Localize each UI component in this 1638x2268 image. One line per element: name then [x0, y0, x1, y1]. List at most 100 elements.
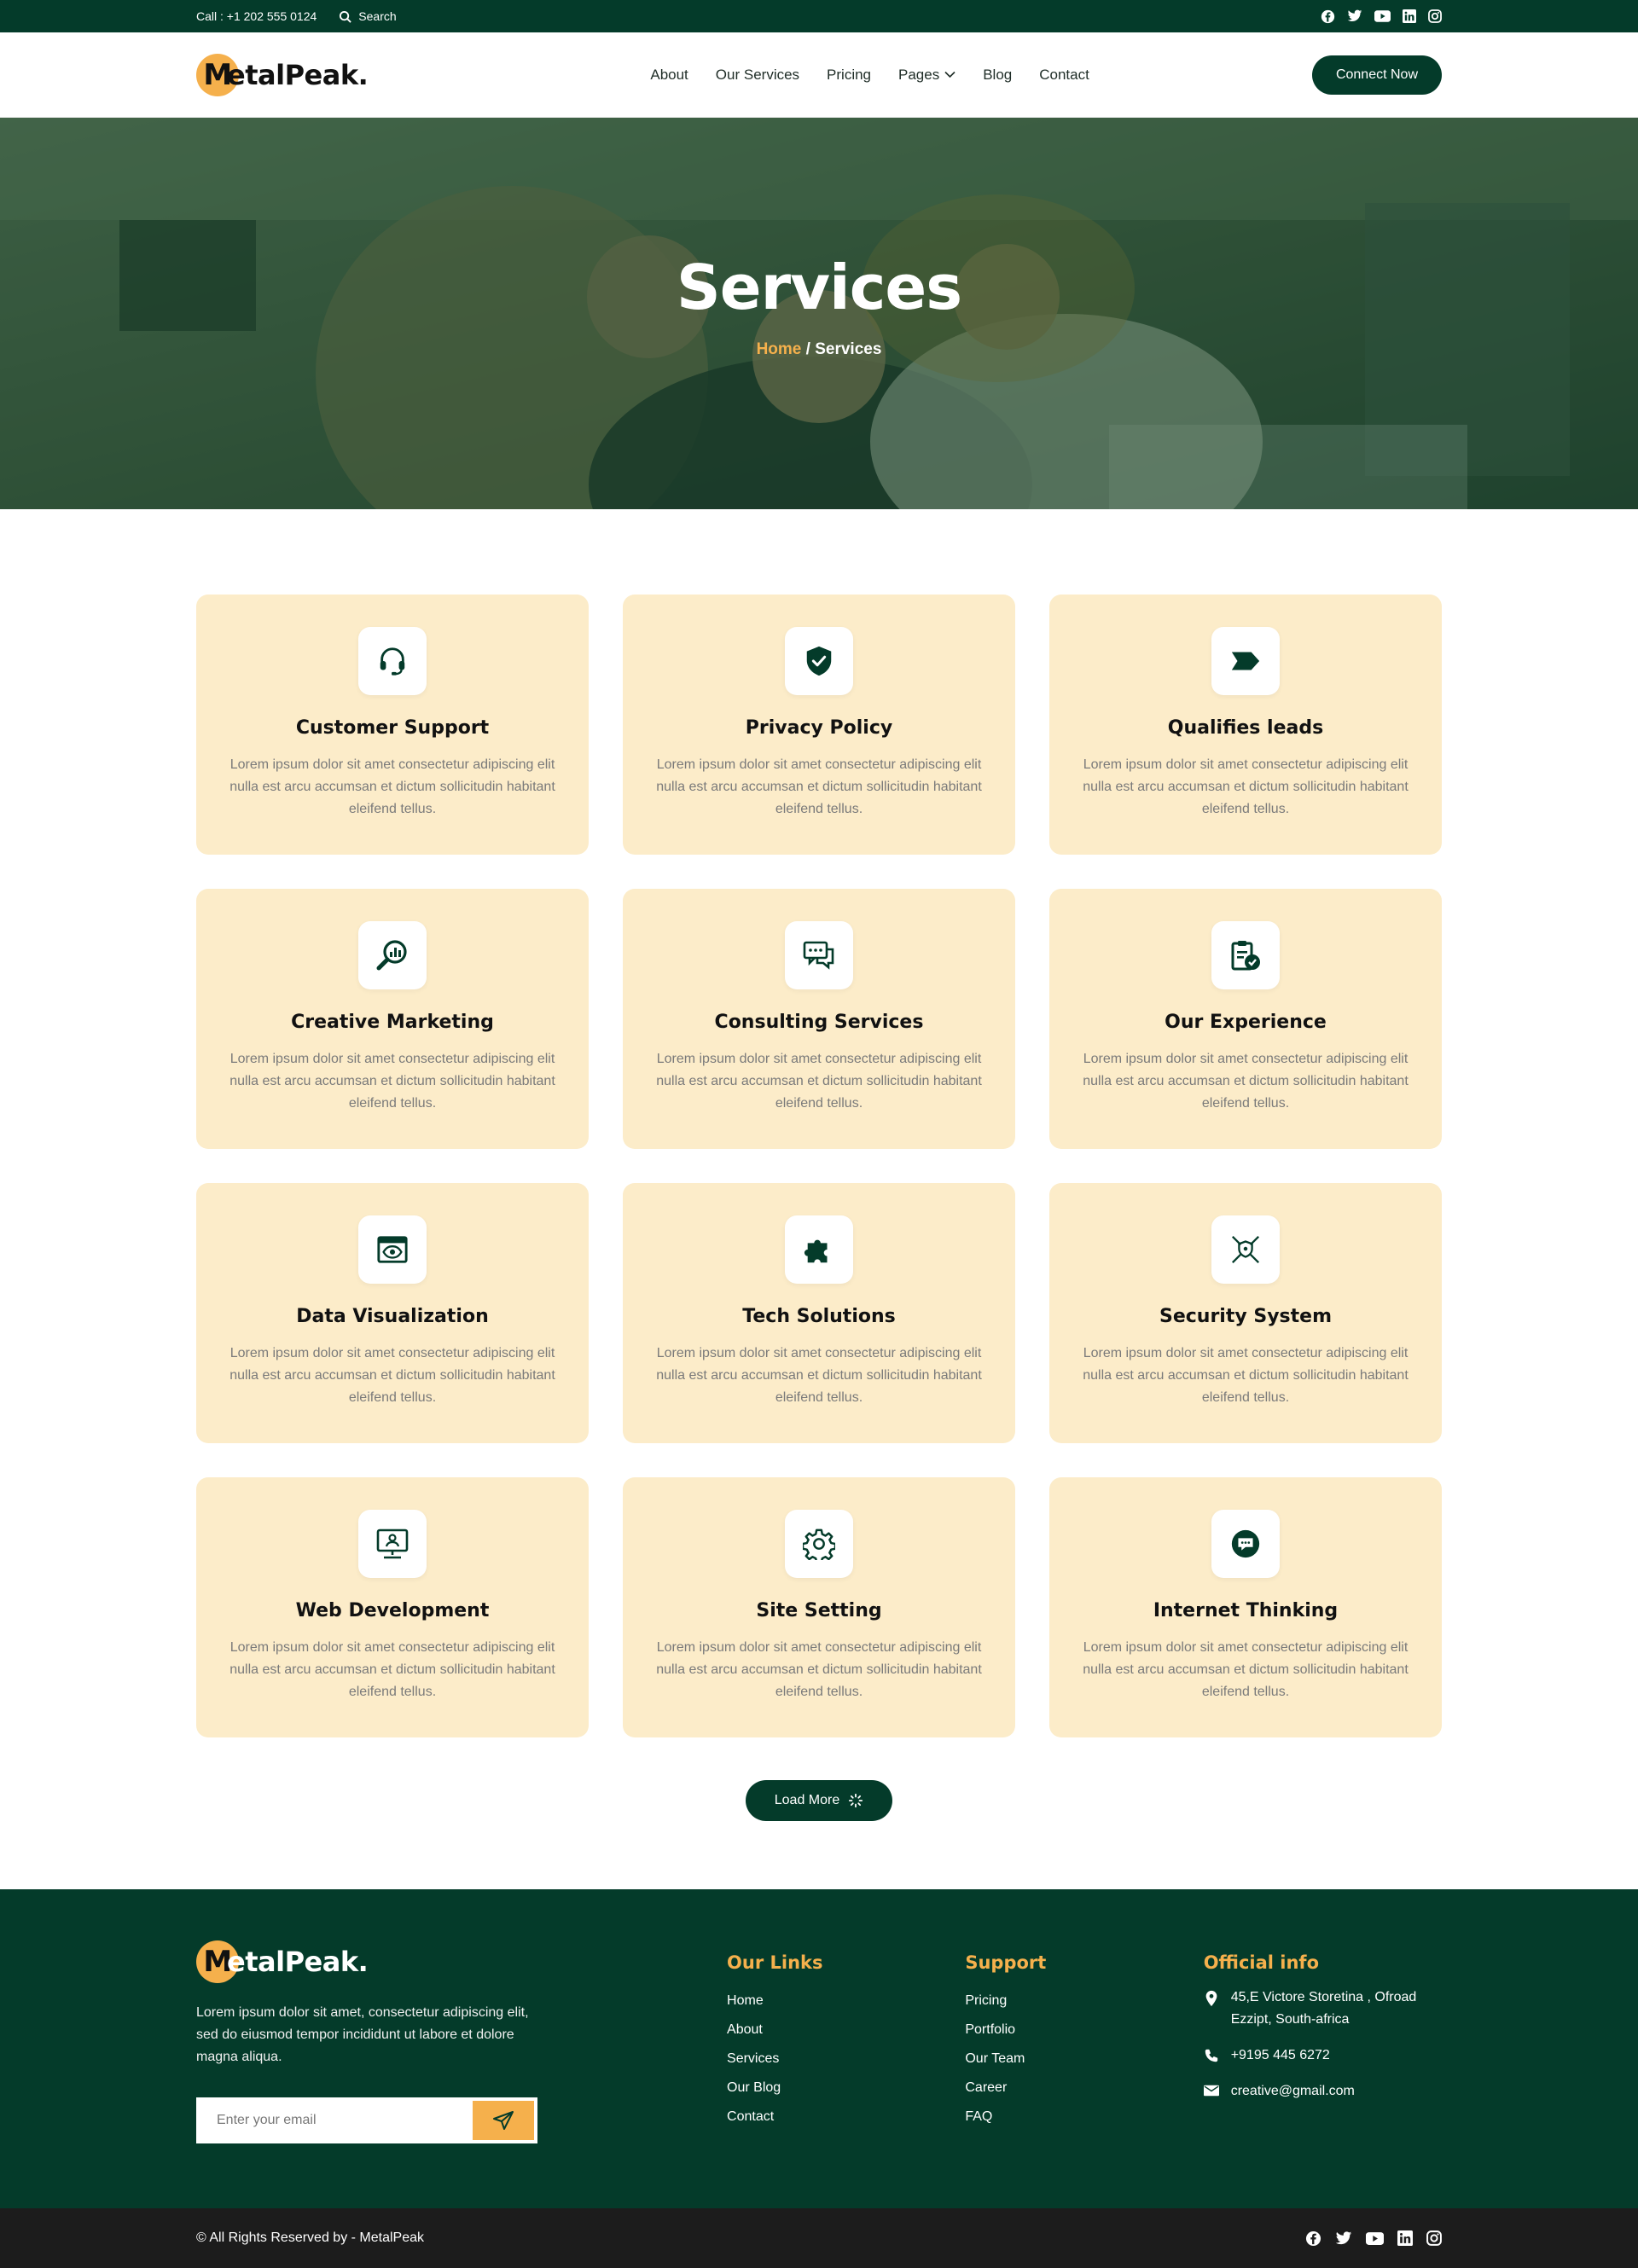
newsletter-form: [196, 2097, 537, 2143]
service-card-site-setting[interactable]: Site Setting Lorem ipsum dolor sit amet …: [623, 1477, 1015, 1737]
service-icon-box: [358, 627, 427, 695]
service-title: Creative Marketing: [291, 1012, 494, 1033]
official-info: 45,E Victore Storetina , Ofroad Ezzipt, …: [1203, 1987, 1442, 2103]
linkedin-icon[interactable]: [1403, 9, 1416, 23]
footer-link-career[interactable]: Career: [965, 2074, 1203, 2103]
email-text[interactable]: creative@gmail.com: [1231, 2080, 1355, 2103]
twitter-icon[interactable]: [1335, 2230, 1352, 2246]
copyright-text: © All Rights Reserved by - MetalPeak: [196, 2230, 425, 2245]
footer-info-title: Official info: [1203, 1952, 1319, 1973]
twitter-icon[interactable]: [1347, 9, 1362, 23]
instagram-icon[interactable]: [1426, 2230, 1442, 2246]
spinner-icon: [849, 1793, 863, 1808]
service-description: Lorem ipsum dolor sit amet consectetur a…: [1083, 1052, 1409, 1111]
top-search[interactable]: Search: [339, 9, 397, 23]
search-icon: [340, 10, 352, 23]
chat-dots-icon: [1231, 1529, 1260, 1558]
site-logo[interactable]: M etalPeak.: [196, 53, 369, 96]
service-description: Lorem ipsum dolor sit amet consectetur a…: [656, 1052, 982, 1111]
nav-item-about[interactable]: About: [650, 67, 688, 84]
service-icon-box: [358, 1215, 427, 1284]
email-input[interactable]: [198, 2099, 473, 2142]
service-card-security-system[interactable]: Security System Lorem ipsum dolor sit am…: [1049, 1183, 1442, 1443]
footer-support-column: Support Pricing Portfolio Our Team Caree…: [965, 1940, 1203, 2208]
service-card-consulting-services[interactable]: Consulting Services Lorem ipsum dolor si…: [623, 889, 1015, 1149]
info-address: 45,E Victore Storetina , Ofroad Ezzipt, …: [1204, 1987, 1442, 2031]
bottom-bar: © All Rights Reserved by - MetalPeak: [0, 2208, 1638, 2268]
info-phone: +9195 445 6272: [1204, 2045, 1442, 2067]
footer-link-services[interactable]: Services: [727, 2045, 965, 2074]
footer-link-contact[interactable]: Contact: [727, 2103, 965, 2132]
nav-item-pricing[interactable]: Pricing: [827, 67, 871, 84]
service-icon-box: [1211, 1510, 1280, 1578]
breadcrumb-separator: /: [801, 339, 816, 358]
footer-info-column: Official info 45,E Victore Storetina , O…: [1203, 1940, 1442, 2208]
connect-now-button[interactable]: Connect Now: [1311, 55, 1442, 95]
nav-item-blog[interactable]: Blog: [983, 67, 1012, 84]
services-section: Customer Support Lorem ipsum dolor sit a…: [0, 509, 1638, 1821]
footer-link-our-blog[interactable]: Our Blog: [727, 2074, 965, 2103]
service-description: Lorem ipsum dolor sit amet consectetur a…: [1083, 757, 1409, 816]
footer: M etalPeak. Lorem ipsum dolor sit amet, …: [0, 1889, 1638, 2208]
footer-link-our-team[interactable]: Our Team: [965, 2045, 1203, 2074]
service-title: Internet Thinking: [1153, 1600, 1339, 1621]
footer-link-pricing[interactable]: Pricing: [965, 1987, 1203, 2016]
logo-text: etalPeak.: [227, 58, 369, 91]
footer-link-home[interactable]: Home: [727, 1987, 965, 2016]
service-icon-box: [1211, 1215, 1280, 1284]
browser-eye-icon: [377, 1236, 408, 1263]
youtube-icon[interactable]: [1374, 10, 1391, 22]
puzzle-icon: [804, 1239, 828, 1263]
load-more-label: Load More: [774, 1793, 840, 1807]
phone-text[interactable]: +9195 445 6272: [1231, 2045, 1330, 2067]
load-more-button[interactable]: Load More: [745, 1780, 893, 1821]
service-description: Lorem ipsum dolor sit amet consectetur a…: [656, 757, 982, 816]
service-description: Lorem ipsum dolor sit amet consectetur a…: [1083, 1346, 1409, 1405]
subscribe-button[interactable]: [473, 2101, 534, 2140]
footer-link-faq[interactable]: FAQ: [965, 2103, 1203, 2132]
footer-link-about[interactable]: About: [727, 2016, 965, 2045]
service-title: Security System: [1159, 1306, 1333, 1327]
footer-about: M etalPeak. Lorem ipsum dolor sit amet, …: [196, 1940, 727, 2208]
service-icon-box: [785, 1510, 853, 1578]
breadcrumb-home-link[interactable]: Home: [757, 340, 802, 358]
linkedin-icon[interactable]: [1397, 2230, 1413, 2246]
service-description: Lorem ipsum dolor sit amet consectetur a…: [1083, 1640, 1409, 1699]
service-card-customer-support[interactable]: Customer Support Lorem ipsum dolor sit a…: [196, 595, 589, 855]
service-card-data-visualization[interactable]: Data Visualization Lorem ipsum dolor sit…: [196, 1183, 589, 1443]
chat-bubbles-icon: [803, 941, 834, 970]
footer-logo[interactable]: M etalPeak.: [196, 1940, 727, 1983]
service-card-tech-solutions[interactable]: Tech Solutions Lorem ipsum dolor sit ame…: [623, 1183, 1015, 1443]
service-card-privacy-policy[interactable]: Privacy Policy Lorem ipsum dolor sit ame…: [623, 595, 1015, 855]
nav-menu: About Our Services Pricing Pages Blog Co…: [650, 67, 1089, 84]
nav-item-pages[interactable]: Pages: [898, 67, 956, 84]
nav-item-our-services[interactable]: Our Services: [716, 67, 799, 84]
service-card-our-experience[interactable]: Our Experience Lorem ipsum dolor sit ame…: [1049, 889, 1442, 1149]
service-card-qualifies-leads[interactable]: Qualifies leads Lorem ipsum dolor sit am…: [1049, 595, 1442, 855]
search-label: Search: [358, 9, 397, 23]
service-description: Lorem ipsum dolor sit amet consectetur a…: [229, 1052, 555, 1111]
service-card-creative-marketing[interactable]: Creative Marketing Lorem ipsum dolor sit…: [196, 889, 589, 1149]
security-network-icon: [1231, 1235, 1260, 1264]
service-title: Customer Support: [295, 717, 490, 739]
service-icon-box: [1211, 921, 1280, 989]
footer-link-portfolio[interactable]: Portfolio: [965, 2016, 1203, 2045]
service-title: Site Setting: [756, 1600, 882, 1621]
top-socials: [1321, 9, 1442, 24]
services-grid: Customer Support Lorem ipsum dolor sit a…: [196, 595, 1442, 1737]
facebook-icon[interactable]: [1305, 2230, 1321, 2247]
service-icon-box: [358, 1510, 427, 1578]
service-card-web-development[interactable]: Web Development Lorem ipsum dolor sit am…: [196, 1477, 589, 1737]
service-description: Lorem ipsum dolor sit amet consectetur a…: [229, 1346, 555, 1405]
nav-item-contact[interactable]: Contact: [1039, 67, 1089, 84]
mail-icon: [1203, 2085, 1219, 2097]
footer-links-title: Our Links: [727, 1952, 823, 1973]
call-text[interactable]: Call : +1 202 555 0124: [196, 9, 317, 23]
service-card-internet-thinking[interactable]: Internet Thinking Lorem ipsum dolor sit …: [1049, 1477, 1442, 1737]
youtube-icon[interactable]: [1366, 2231, 1384, 2245]
facebook-icon[interactable]: [1321, 9, 1335, 24]
service-icon-box: [785, 1215, 853, 1284]
instagram-icon[interactable]: [1428, 9, 1442, 23]
service-icon-box: [785, 627, 853, 695]
service-icon-box: [1211, 627, 1280, 695]
